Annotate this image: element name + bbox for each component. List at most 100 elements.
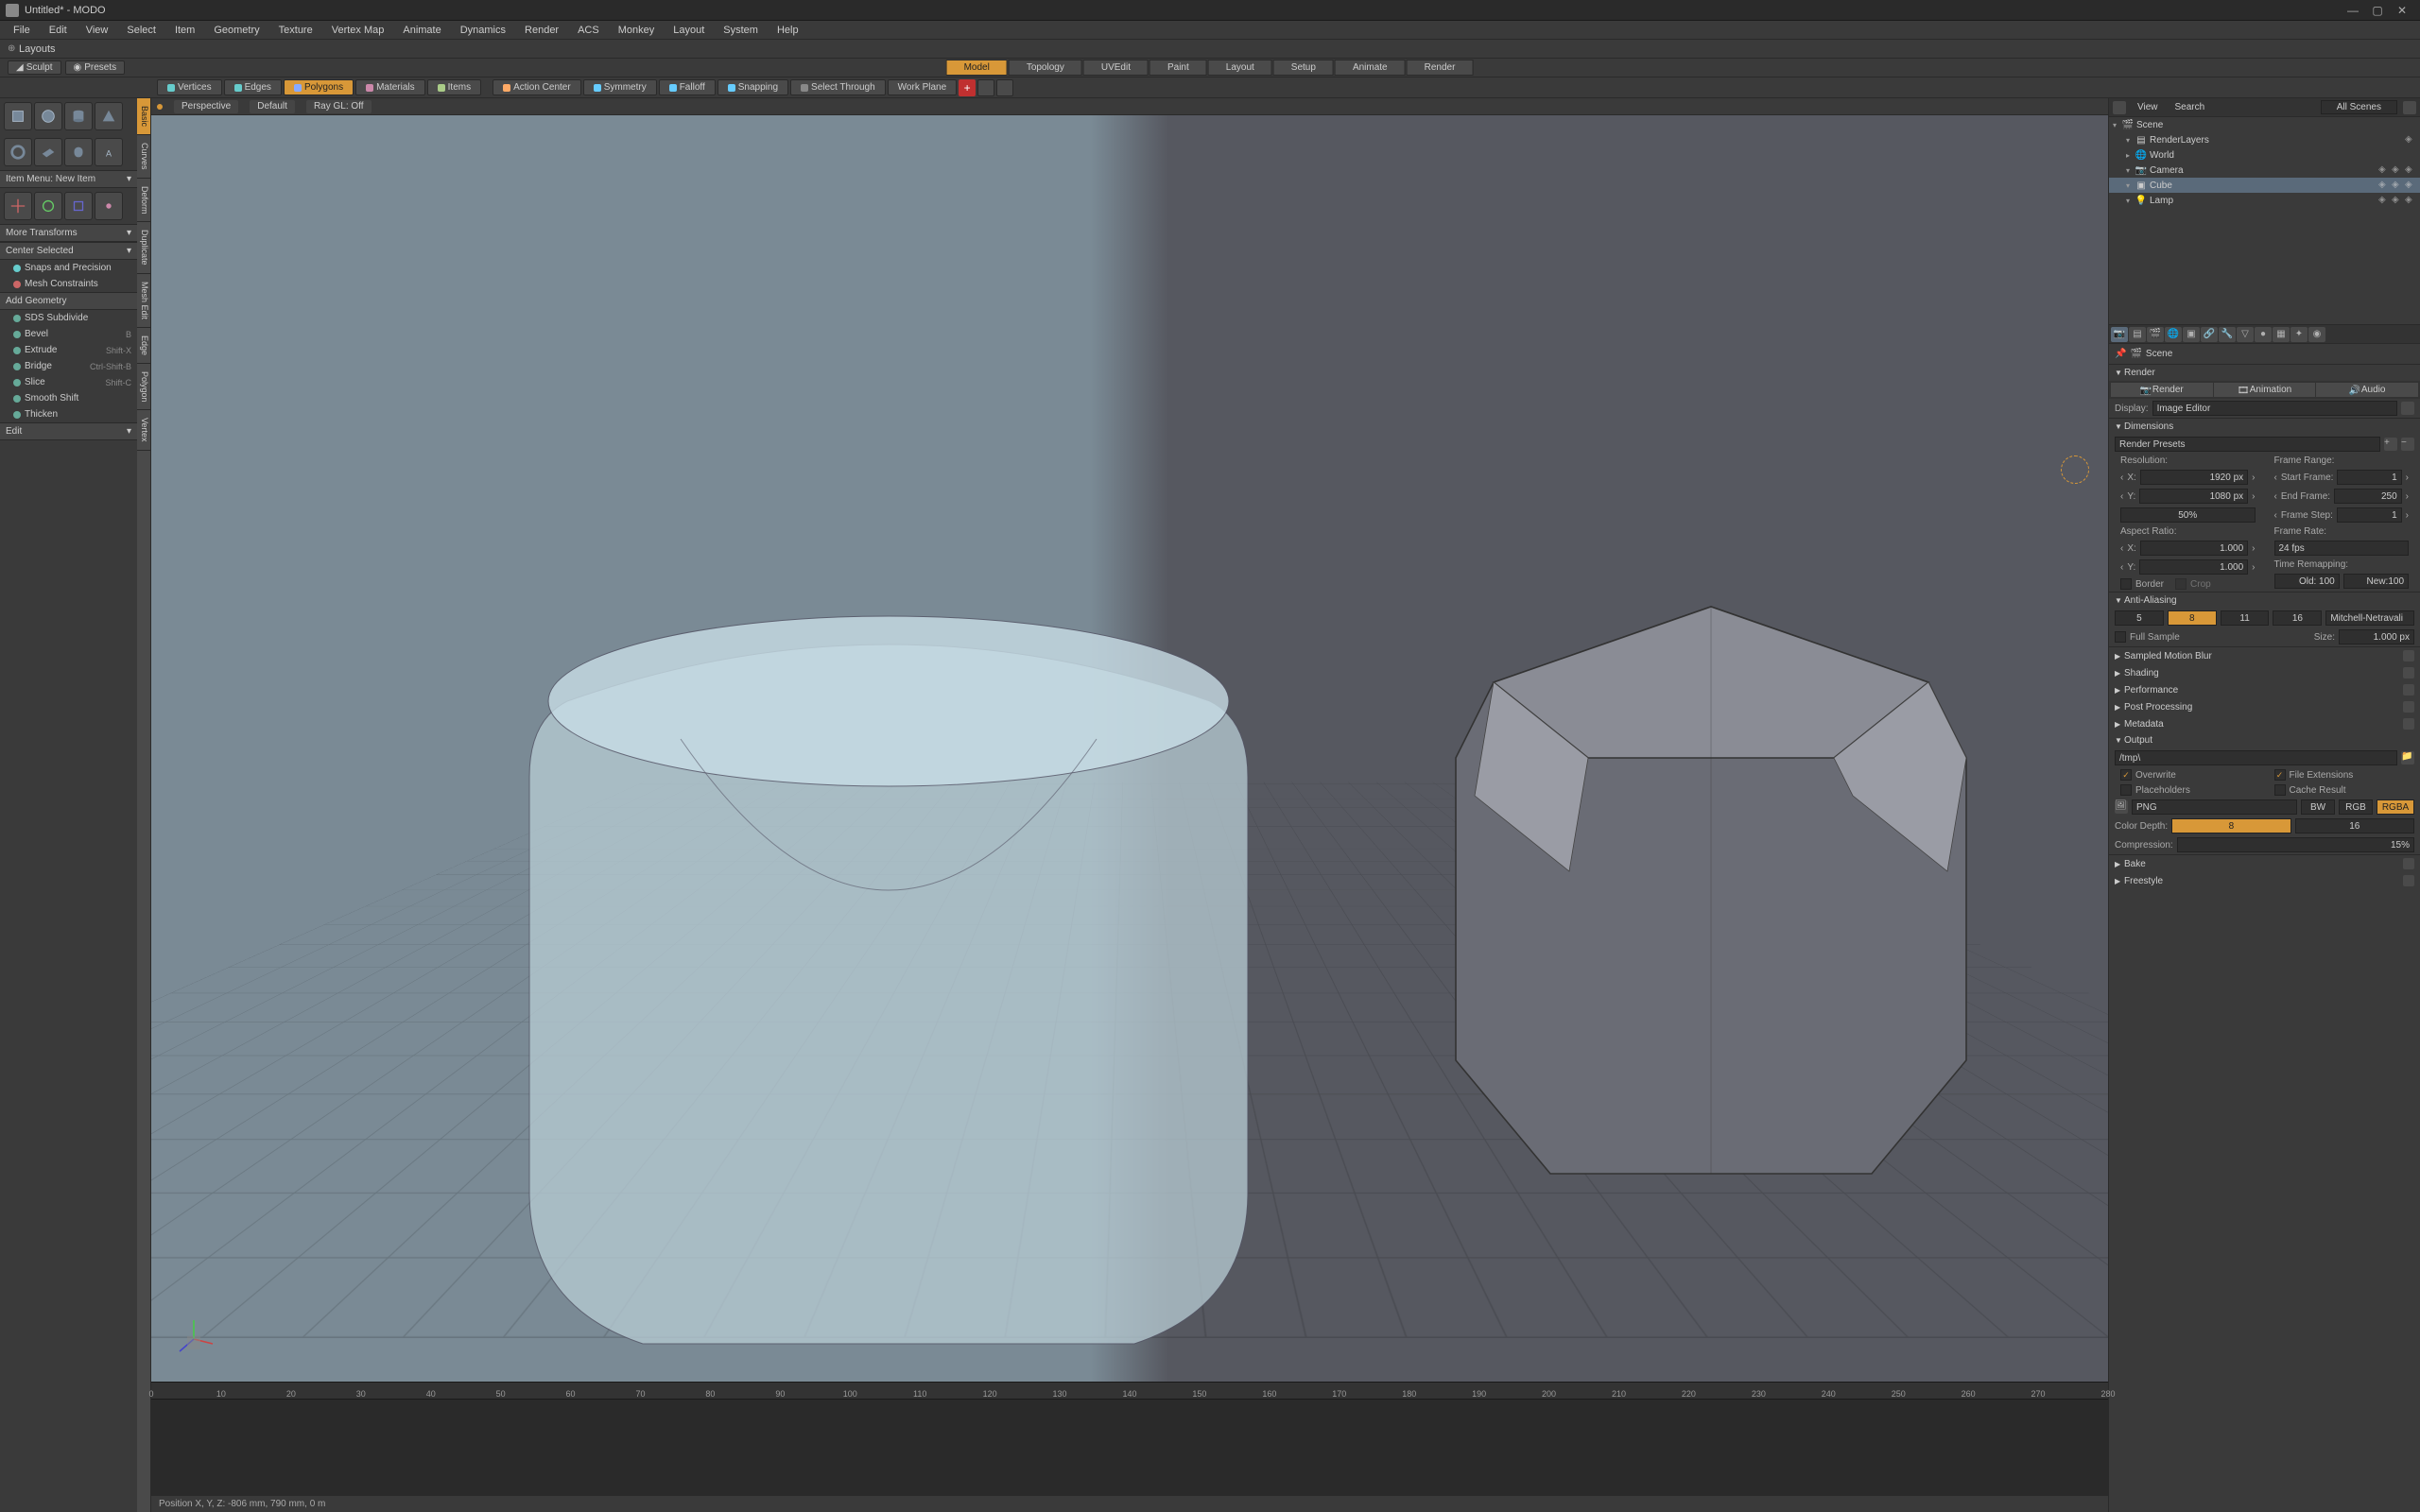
close-button[interactable]: ✕ xyxy=(2390,2,2414,19)
time-new-field[interactable]: New:100 xyxy=(2343,574,2409,589)
bw-button[interactable]: BW xyxy=(2301,799,2335,815)
outliner-row-cube[interactable]: ▾▣Cube◈◈◈ xyxy=(2109,178,2420,193)
menu-vertexmap[interactable]: Vertex Map xyxy=(322,23,394,38)
full-sample-checkbox[interactable] xyxy=(2115,631,2126,643)
start-frame-field[interactable]: 1 xyxy=(2337,470,2401,485)
snaps-precision-item[interactable]: Snaps and Precision xyxy=(0,260,137,276)
geo-extrude[interactable]: ExtrudeShift-X xyxy=(0,342,137,358)
tool-cone-icon[interactable] xyxy=(95,102,123,130)
overwrite-checkbox[interactable] xyxy=(2120,769,2132,781)
falloff-button[interactable]: Falloff xyxy=(659,79,716,95)
render-toggle-icon[interactable]: ◈ xyxy=(2405,180,2416,191)
mode-items[interactable]: Items xyxy=(427,79,481,95)
tool-capsule-icon[interactable] xyxy=(64,138,93,166)
tool-cube-icon[interactable] xyxy=(4,102,32,130)
aa-16-button[interactable]: 16 xyxy=(2273,610,2322,626)
border-checkbox[interactable] xyxy=(2120,578,2132,590)
menu-item[interactable]: Item xyxy=(165,23,204,38)
geo-smooth-shift[interactable]: Smooth Shift xyxy=(0,390,137,406)
transform-rotate-icon[interactable] xyxy=(34,192,62,220)
crop-checkbox[interactable] xyxy=(2175,578,2187,590)
menu-select[interactable]: Select xyxy=(117,23,165,38)
outliner-expand-icon[interactable]: ▾ xyxy=(2126,166,2135,175)
section-render[interactable]: ▼Render xyxy=(2109,365,2420,381)
outliner-row-camera[interactable]: ▾📷Camera◈◈◈ xyxy=(2109,163,2420,178)
vtab-vertex[interactable]: Vertex xyxy=(137,410,150,451)
maximize-button[interactable]: ▢ xyxy=(2365,2,2390,19)
ctx-world-icon[interactable]: 🌐 xyxy=(2165,327,2182,342)
bake-menu-icon[interactable] xyxy=(2403,858,2414,869)
vtab-meshedit[interactable]: Mesh Edit xyxy=(137,274,150,328)
aspect-x-field[interactable]: 1.000 xyxy=(2140,541,2248,556)
breadcrumb-scene[interactable]: Scene xyxy=(2146,349,2172,359)
menu-dynamics[interactable]: Dynamics xyxy=(451,23,515,38)
output-browse-icon[interactable]: 📁 xyxy=(2401,751,2414,765)
viewport-view-mode[interactable]: Perspective xyxy=(174,100,238,113)
section-sampled-motion-blur[interactable]: ▶Sampled Motion Blur xyxy=(2109,647,2420,664)
preset-add-icon[interactable]: + xyxy=(2384,438,2397,451)
transform-move-icon[interactable] xyxy=(4,192,32,220)
menu-animate[interactable]: Animate xyxy=(393,23,450,38)
tool-plane-icon[interactable] xyxy=(34,138,62,166)
img-toggle-icon[interactable]: ◈ xyxy=(2405,134,2416,146)
tab-layout[interactable]: Layout xyxy=(1208,60,1272,76)
geo-sds-subdivide[interactable]: SDS Subdivide xyxy=(0,310,137,326)
mode-materials[interactable]: Materials xyxy=(355,79,425,95)
add-geometry-header[interactable]: Add Geometry xyxy=(0,292,137,310)
smb-menu-icon[interactable] xyxy=(2403,650,2414,662)
outliner-filter[interactable]: All Scenes xyxy=(2321,100,2397,114)
outliner-row-world[interactable]: ▸🌐World xyxy=(2109,147,2420,163)
geo-thicken[interactable]: Thicken xyxy=(0,406,137,422)
menu-acs[interactable]: ACS xyxy=(568,23,609,38)
ctx-material-icon[interactable]: ● xyxy=(2255,327,2272,342)
menu-texture[interactable]: Texture xyxy=(269,23,322,38)
ctx-physics-icon[interactable]: ◉ xyxy=(2308,327,2325,342)
item-menu-header[interactable]: Item Menu: New Item▾ xyxy=(0,170,137,188)
depth-8-button[interactable]: 8 xyxy=(2171,818,2290,833)
freestyle-menu-icon[interactable] xyxy=(2403,875,2414,886)
timeline[interactable]: 0102030405060708090100110120130140150160… xyxy=(151,1382,2108,1495)
sel-toggle-icon[interactable]: ◈ xyxy=(2392,180,2403,191)
minimize-button[interactable]: — xyxy=(2341,2,2365,19)
mesh-constraints-item[interactable]: Mesh Constraints xyxy=(0,276,137,292)
time-old-field[interactable]: Old: 100 xyxy=(2274,574,2340,589)
transform-universal-icon[interactable] xyxy=(95,192,123,220)
perf-menu-icon[interactable] xyxy=(2403,684,2414,696)
vtab-edge[interactable]: Edge xyxy=(137,328,150,364)
center-selected-header[interactable]: Center Selected▾ xyxy=(0,242,137,260)
render-button[interactable]: 📷Render xyxy=(2111,383,2213,397)
ctx-layers-icon[interactable]: ▤ xyxy=(2129,327,2146,342)
section-output[interactable]: ▼Output xyxy=(2109,732,2420,748)
snapping-button[interactable]: Snapping xyxy=(717,79,788,95)
edit-header[interactable]: Edit▾ xyxy=(0,422,137,440)
menu-edit[interactable]: Edit xyxy=(40,23,77,38)
tool-text-icon[interactable]: A xyxy=(95,138,123,166)
shading-menu-icon[interactable] xyxy=(2403,667,2414,679)
mode-edges[interactable]: Edges xyxy=(224,79,282,95)
work-plane-button[interactable]: Work Plane xyxy=(888,79,958,95)
vtab-deform[interactable]: Deform xyxy=(137,179,150,223)
res-x-field[interactable]: 1920 px xyxy=(2140,470,2248,485)
menu-monkey[interactable]: Monkey xyxy=(609,23,665,38)
rgb-button[interactable]: RGB xyxy=(2339,799,2373,815)
aa-11-button[interactable]: 11 xyxy=(2221,610,2270,626)
geo-slice[interactable]: SliceShift-C xyxy=(0,374,137,390)
menu-system[interactable]: System xyxy=(714,23,768,38)
render-toggle-icon[interactable]: ◈ xyxy=(2405,164,2416,176)
file-ext-checkbox[interactable] xyxy=(2274,769,2286,781)
render-presets-select[interactable]: Render Presets xyxy=(2115,437,2380,452)
menu-file[interactable]: File xyxy=(4,23,40,38)
ctx-particles-icon[interactable]: ✦ xyxy=(2290,327,2308,342)
section-shading[interactable]: ▶Shading xyxy=(2109,664,2420,681)
ctx-modifiers-icon[interactable]: 🔧 xyxy=(2219,327,2236,342)
placeholders-checkbox[interactable] xyxy=(2120,784,2132,796)
vtab-curves[interactable]: Curves xyxy=(137,135,150,179)
tool-sphere-icon[interactable] xyxy=(34,102,62,130)
preset-remove-icon[interactable]: − xyxy=(2401,438,2414,451)
outliner-search[interactable]: Search xyxy=(2169,101,2211,113)
ctx-render-icon[interactable]: 📷 xyxy=(2111,327,2128,342)
post-menu-icon[interactable] xyxy=(2403,701,2414,713)
outliner-view[interactable]: View xyxy=(2132,101,2164,113)
transform-scale-icon[interactable] xyxy=(64,192,93,220)
add-button[interactable]: + xyxy=(959,79,976,96)
